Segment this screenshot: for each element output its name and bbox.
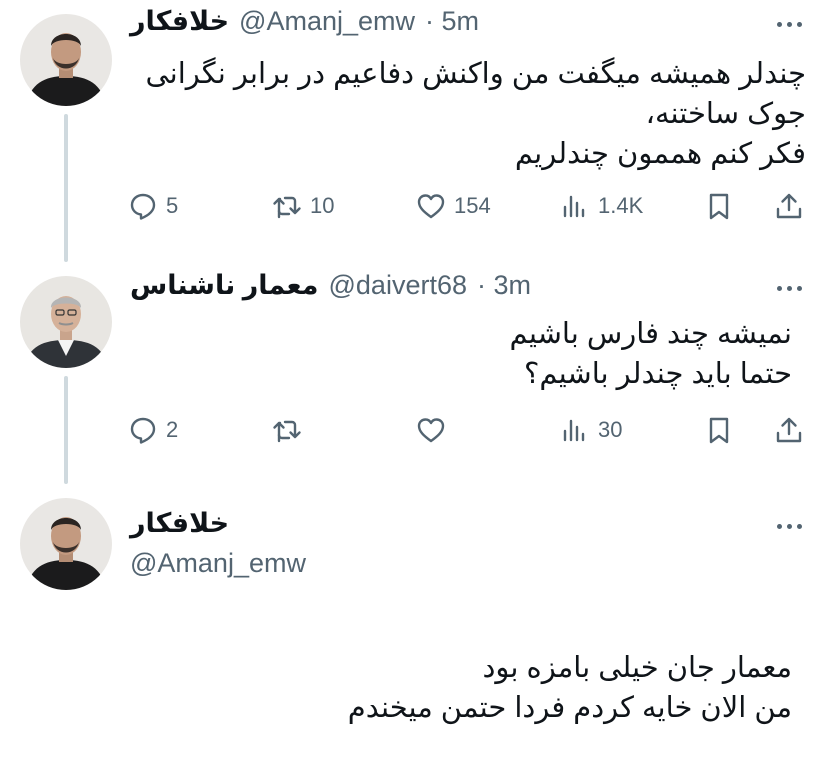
like-button[interactable]: 154 bbox=[416, 186, 491, 226]
share-icon bbox=[776, 193, 802, 219]
tweet-text: نمیشه چند فارس باشیم حتما باید چندلر باش… bbox=[510, 314, 792, 394]
more-icon[interactable] bbox=[772, 516, 806, 536]
avatar[interactable] bbox=[20, 14, 112, 106]
bookmark-button[interactable] bbox=[704, 186, 734, 226]
reply-count: 5 bbox=[166, 193, 179, 218]
tweet-time[interactable]: · 3m bbox=[477, 270, 531, 301]
views-icon bbox=[563, 419, 585, 442]
tweet-actions: 2 30 bbox=[128, 410, 808, 450]
retweet-icon bbox=[273, 196, 301, 219]
author-handle[interactable]: @Amanj_emw bbox=[239, 6, 415, 37]
retweet-button[interactable] bbox=[272, 410, 310, 450]
like-icon bbox=[417, 418, 445, 443]
author-name[interactable]: خلافکار bbox=[130, 508, 229, 538]
retweet-icon bbox=[273, 420, 301, 443]
author-name-wrap: خلافکار bbox=[130, 508, 229, 539]
thread-line bbox=[64, 376, 68, 484]
tweet-header: معمار ناشناس @daivert68 · 3m bbox=[130, 270, 531, 301]
tweet-text-line: معمار جان خیلی بامزه بود bbox=[482, 652, 792, 684]
retweet-button[interactable]: 10 bbox=[272, 186, 334, 226]
like-icon bbox=[417, 194, 445, 219]
views-count: 30 bbox=[598, 417, 623, 442]
author-handle-wrap: @Amanj_emw bbox=[130, 548, 306, 579]
tweet-text-line: فکر کنم هممون چندلریم bbox=[514, 138, 806, 170]
share-icon bbox=[776, 417, 802, 443]
tweet-text-line: حتما باید چندلر باشیم؟ bbox=[523, 358, 792, 390]
bookmark-icon bbox=[709, 417, 729, 444]
tweet-text-line: من الان خایه کردم فردا حتمن میخندم bbox=[347, 692, 792, 724]
like-count: 154 bbox=[454, 193, 491, 218]
views-button[interactable]: 30 bbox=[560, 410, 622, 450]
author-name[interactable]: خلافکار bbox=[130, 6, 229, 37]
author-handle[interactable]: @daivert68 bbox=[329, 270, 467, 301]
tweet-header: خلافکار @Amanj_emw · 5m bbox=[130, 6, 479, 37]
avatar-image bbox=[20, 276, 112, 368]
avatar-image bbox=[20, 498, 112, 590]
avatar[interactable] bbox=[20, 276, 112, 368]
views-count: 1.4K bbox=[598, 193, 644, 218]
share-button[interactable] bbox=[774, 410, 804, 450]
tweet-actions: 5 10 154 1.4K bbox=[128, 186, 808, 226]
more-icon[interactable] bbox=[772, 14, 806, 34]
bookmark-button[interactable] bbox=[704, 410, 734, 450]
reply-button[interactable]: 2 bbox=[128, 410, 178, 450]
reply-icon bbox=[130, 417, 156, 444]
tweet-text-line: نمیشه چند فارس باشیم bbox=[509, 318, 792, 350]
tweet-text-line: جوک ساختنه، bbox=[645, 98, 806, 130]
views-button[interactable]: 1.4K bbox=[560, 186, 643, 226]
reply-button[interactable]: 5 bbox=[128, 186, 178, 226]
author-name[interactable]: معمار ناشناس bbox=[130, 270, 319, 301]
reply-count: 2 bbox=[166, 417, 179, 442]
bookmark-icon bbox=[709, 193, 729, 220]
avatar[interactable] bbox=[20, 498, 112, 590]
like-button[interactable] bbox=[416, 410, 454, 450]
thread-line bbox=[64, 114, 68, 262]
reply-icon bbox=[130, 193, 156, 220]
tweet-text: معمار جان خیلی بامزه بود من الان خایه کر… bbox=[348, 648, 792, 728]
author-handle[interactable]: @Amanj_emw bbox=[130, 548, 306, 578]
tweet-text-line: چندلر همیشه میگفت من واکنش دفاعیم در برا… bbox=[145, 58, 806, 90]
avatar-image bbox=[20, 14, 112, 106]
tweet-text: چندلر همیشه میگفت من واکنش دفاعیم در برا… bbox=[145, 54, 806, 174]
share-button[interactable] bbox=[774, 186, 804, 226]
views-icon bbox=[563, 195, 585, 218]
more-icon[interactable] bbox=[772, 278, 806, 298]
retweet-count: 10 bbox=[310, 193, 335, 218]
tweet-time[interactable]: · 5m bbox=[425, 6, 479, 37]
